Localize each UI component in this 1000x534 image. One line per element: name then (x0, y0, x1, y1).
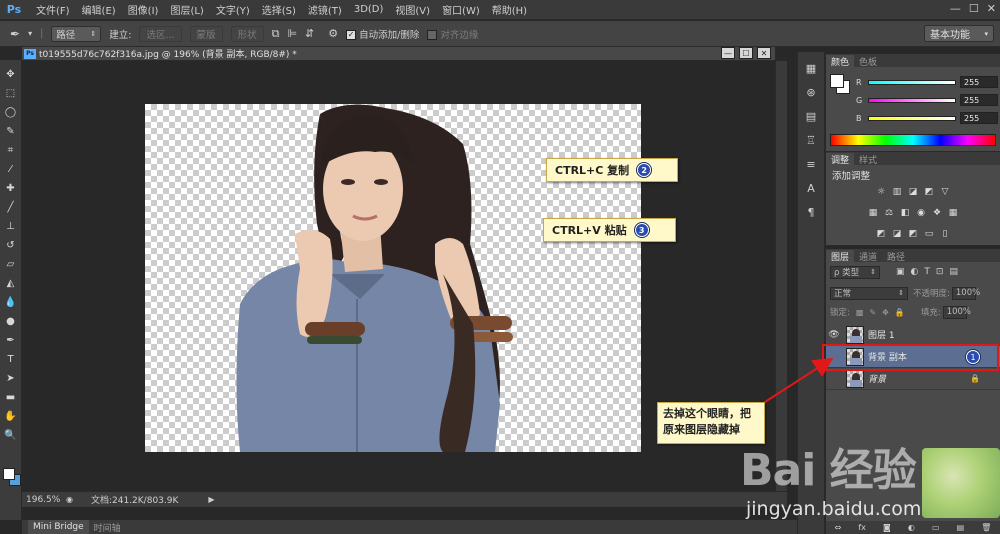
foreground-color-swatch[interactable] (3, 468, 15, 480)
color-fg-swatch[interactable] (830, 74, 844, 88)
photoshop-window: Ps 文件(F) 编辑(E) 图像(I) 图层(L) 文字(Y) 选择(S) 滤… (0, 0, 1000, 534)
red-arrow (764, 357, 834, 403)
